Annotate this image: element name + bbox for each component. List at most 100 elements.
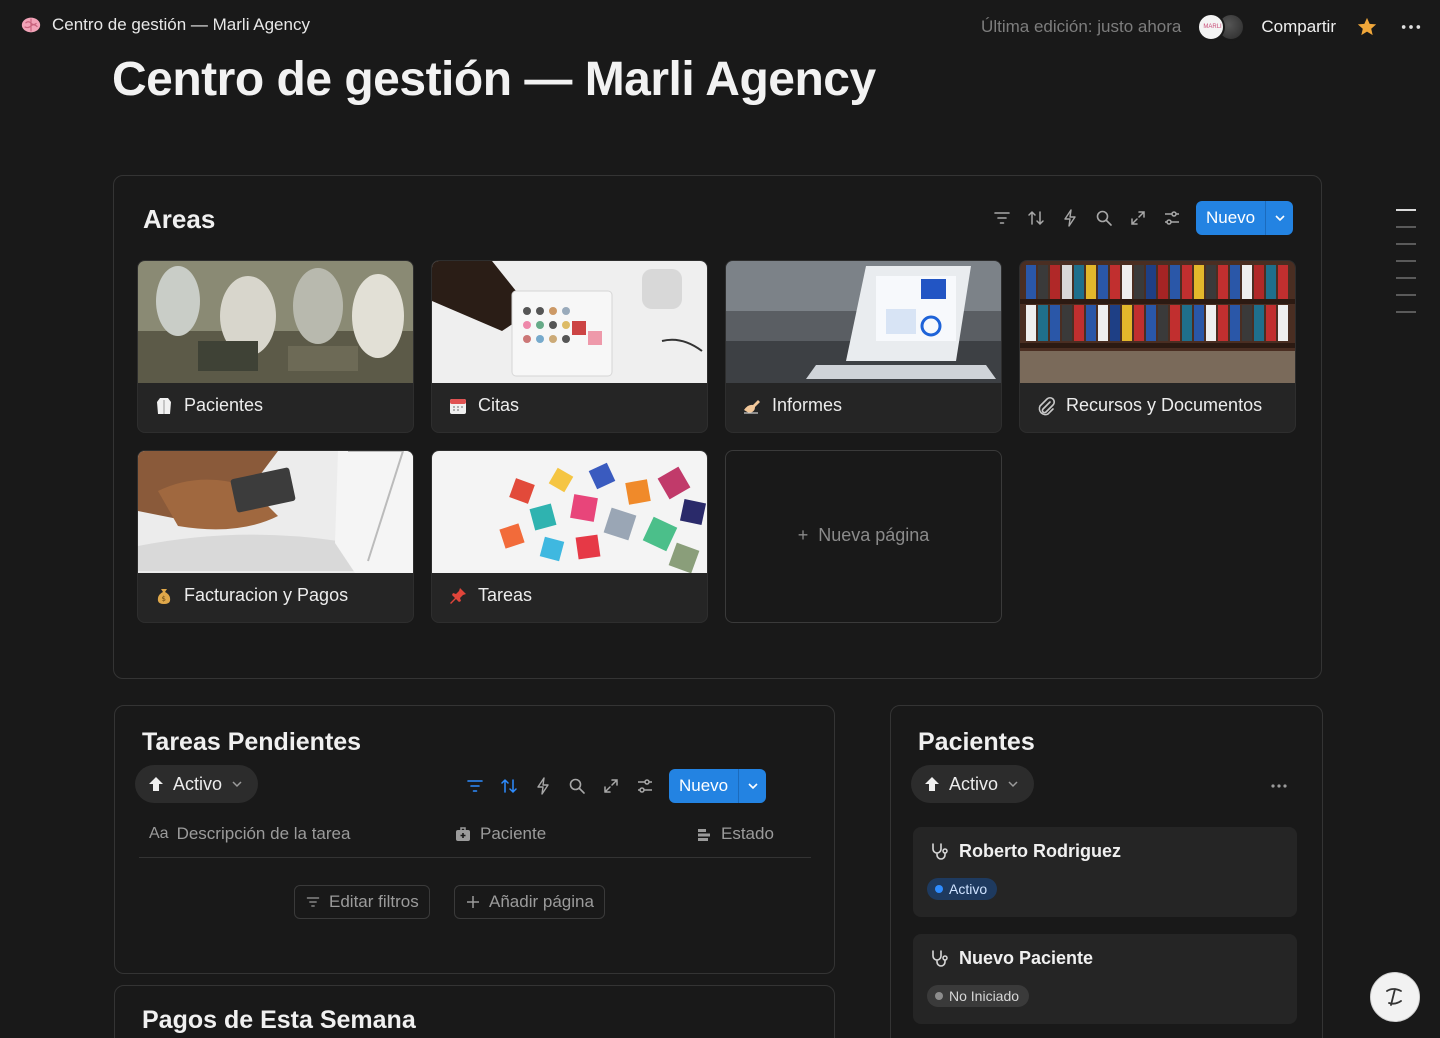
column-header-descripcion[interactable]: Aa Descripción de la tarea: [149, 824, 350, 844]
toc-line[interactable]: [1396, 209, 1416, 211]
automation-bolt-icon[interactable]: [533, 776, 553, 796]
plus-icon: +: [797, 525, 819, 545]
chevron-down-icon: [1008, 781, 1018, 788]
collaborators[interactable]: MARLI: [1197, 13, 1246, 41]
settings-sliders-icon[interactable]: [1162, 208, 1182, 228]
cover-image-binders: [1020, 261, 1295, 383]
arrow-up-icon: [149, 777, 163, 791]
patient-card[interactable]: Roberto Rodriguez Activo: [913, 827, 1297, 917]
pagos-semana-panel: Pagos de Esta Semana: [114, 985, 835, 1038]
calendar-icon: [450, 398, 466, 414]
patient-name: Nuevo Paciente: [929, 948, 1093, 969]
settings-sliders-icon[interactable]: [635, 776, 655, 796]
expand-icon[interactable]: [1128, 208, 1148, 228]
card-label: $ Facturacion y Pagos: [154, 585, 348, 606]
new-page-card[interactable]: + Nueva página: [725, 450, 1002, 623]
arrow-up-icon: [925, 777, 939, 791]
filter-chip-activo[interactable]: Activo: [135, 765, 259, 803]
patient-card[interactable]: Nuevo Paciente No Iniciado: [913, 934, 1297, 1024]
breadcrumb-label: Centro de gestión — Marli Agency: [52, 15, 310, 34]
tareas-new-button[interactable]: Nuevo: [669, 769, 767, 803]
card-label: Citas: [448, 395, 519, 416]
tareas-pendientes-panel: Tareas Pendientes Activo Nuevo Aa Descri…: [114, 705, 835, 974]
cover-image-sticky-notes: [432, 451, 707, 573]
status-icon: [698, 829, 710, 841]
add-page-button[interactable]: Añadir página: [454, 885, 605, 919]
toc-line[interactable]: [1396, 311, 1416, 313]
pacientes-title: Pacientes: [918, 728, 1035, 756]
stethoscope-icon: [932, 949, 948, 967]
areas-panel: Areas Nuevo Pacientes Citas Informes Rec…: [113, 175, 1322, 679]
page-title: Centro de gestión — Marli Agency: [112, 53, 876, 106]
money-bag-icon: $: [157, 588, 171, 604]
toc-line[interactable]: [1396, 294, 1416, 296]
edit-filters-button[interactable]: Editar filtros: [294, 885, 430, 919]
chevron-down-icon: [232, 781, 242, 788]
sort-icon[interactable]: [1026, 208, 1046, 228]
cover-image-laptop-card: [138, 451, 413, 573]
stethoscope-icon: [932, 842, 948, 860]
card-label: Informes: [742, 395, 842, 416]
cover-image-painting: [138, 261, 413, 383]
table-header: Aa Descripción de la tarea Paciente Esta…: [139, 810, 811, 858]
pushpin-icon: [450, 587, 466, 604]
card-label: Pacientes: [154, 395, 263, 416]
card-label: Recursos y Documentos: [1036, 395, 1262, 416]
star-icon[interactable]: [1356, 16, 1378, 38]
areas-title: Areas: [143, 204, 216, 234]
toc-line[interactable]: [1396, 260, 1416, 262]
tareas-toolbar: Nuevo: [465, 769, 767, 803]
cover-image-color-swatches: [432, 261, 707, 383]
toc-line[interactable]: [1396, 243, 1416, 245]
automation-bolt-icon[interactable]: [1060, 208, 1080, 228]
tareas-title: Tareas Pendientes: [142, 728, 362, 756]
area-card-informes[interactable]: Informes: [725, 260, 1002, 433]
filter-chip-activo[interactable]: Activo: [911, 765, 1035, 803]
svg-text:$: $: [162, 595, 166, 603]
pacientes-panel: Pacientes Activo Roberto Rodriguez Activ…: [890, 705, 1323, 1038]
area-card-pacientes[interactable]: Pacientes: [137, 260, 414, 433]
paperclip-icon: [1038, 396, 1056, 415]
filter-icon: [306, 897, 320, 907]
area-card-facturacion-pagos[interactable]: $ Facturacion y Pagos: [137, 450, 414, 623]
new-page-label: + Nueva página: [797, 525, 930, 545]
area-card-citas[interactable]: Citas: [431, 260, 708, 433]
help-icon: [1386, 988, 1402, 1006]
expand-icon[interactable]: [601, 776, 621, 796]
toc-line[interactable]: [1396, 226, 1416, 228]
brain-icon: [21, 17, 41, 33]
status-dot: [935, 992, 943, 1000]
sort-icon[interactable]: [499, 776, 519, 796]
area-card-tareas[interactable]: Tareas: [431, 450, 708, 623]
share-button[interactable]: Compartir: [1261, 17, 1336, 37]
search-icon[interactable]: [567, 776, 587, 796]
filter-icon[interactable]: [465, 776, 485, 796]
cover-image-laptop: [726, 261, 1001, 383]
breadcrumb[interactable]: Centro de gestión — Marli Agency: [20, 14, 310, 36]
chevron-down-icon[interactable]: [738, 769, 766, 803]
more-options-icon[interactable]: [1400, 16, 1422, 38]
status-badge: No Iniciado: [927, 985, 1030, 1007]
help-button[interactable]: [1370, 972, 1420, 1022]
areas-toolbar: Nuevo: [992, 201, 1294, 235]
table-of-contents[interactable]: [1396, 209, 1416, 328]
writing-hand-icon: [744, 399, 760, 414]
status-badge: Activo: [927, 878, 998, 900]
patient-name: Roberto Rodriguez: [929, 841, 1121, 862]
areas-new-button[interactable]: Nuevo: [1196, 201, 1294, 235]
filter-icon[interactable]: [992, 208, 1012, 228]
text-property-icon: Aa: [149, 825, 169, 842]
area-card-recursos-documentos[interactable]: Recursos y Documentos: [1019, 260, 1296, 433]
new-button-label: Nuevo: [1206, 208, 1256, 227]
plus-icon: [467, 896, 479, 908]
toc-line[interactable]: [1396, 277, 1416, 279]
search-icon[interactable]: [1094, 208, 1114, 228]
card-label: Tareas: [448, 585, 532, 606]
more-options-icon[interactable]: [1269, 776, 1289, 796]
pagos-title: Pagos de Esta Semana: [142, 1006, 416, 1034]
column-header-paciente[interactable]: Paciente: [454, 824, 546, 844]
chevron-down-icon[interactable]: [1265, 201, 1293, 235]
medical-case-icon: [456, 827, 470, 841]
column-header-estado[interactable]: Estado: [695, 824, 774, 844]
top-bar: Centro de gestión — Marli Agency Última …: [0, 0, 1440, 54]
